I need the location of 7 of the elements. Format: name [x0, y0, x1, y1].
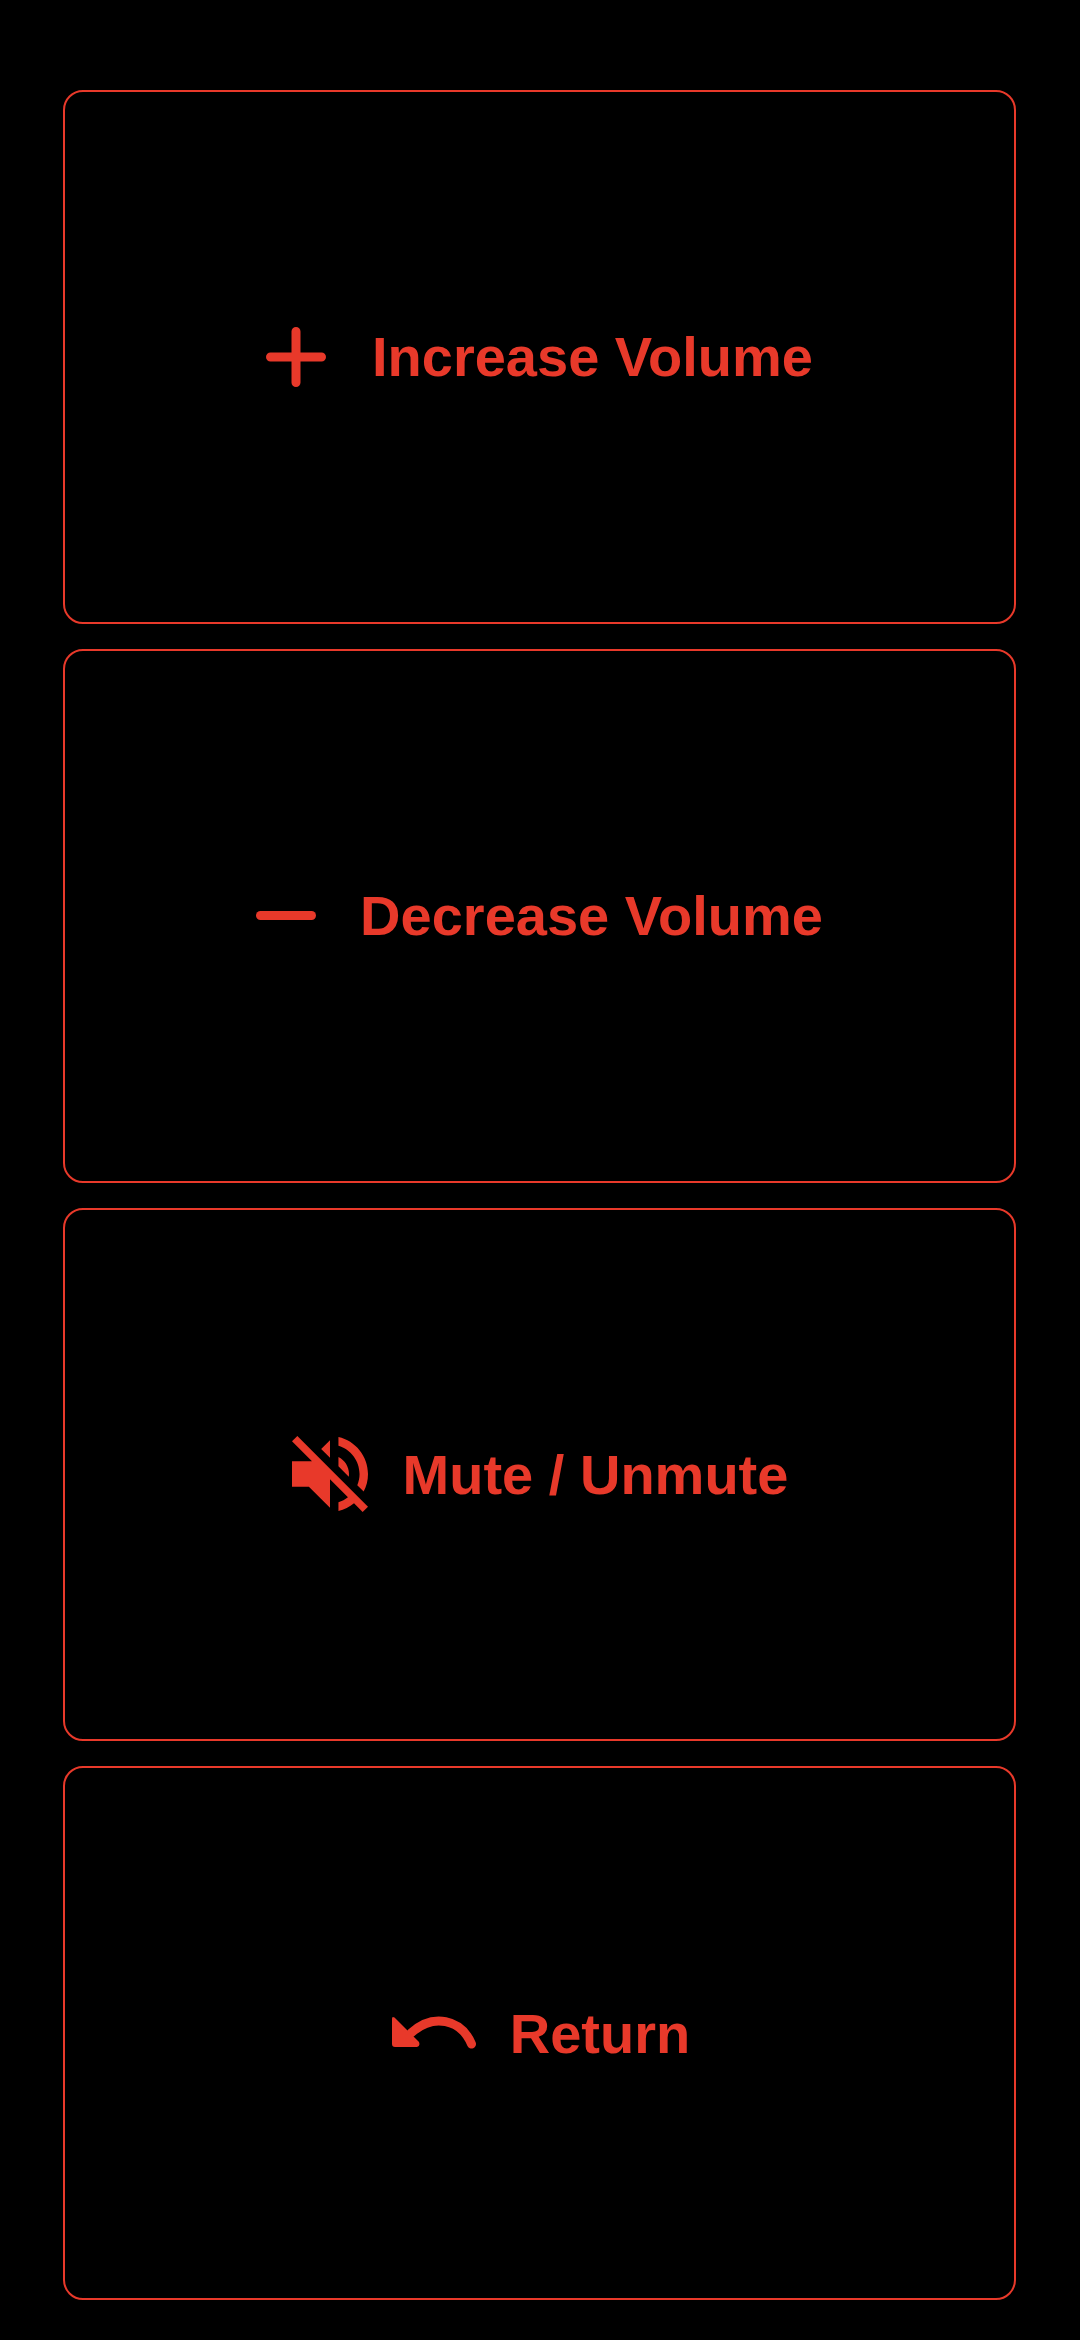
muted-speaker-icon — [290, 1436, 369, 1513]
increase-volume-button[interactable]: Increase Volume — [63, 90, 1016, 624]
return-button[interactable]: Return — [63, 1766, 1016, 2300]
minus-icon — [256, 911, 317, 921]
plus-icon — [266, 326, 326, 387]
mute-button[interactable]: Mute / Unmute — [63, 1207, 1016, 1742]
decrease-volume-button[interactable]: Decrease Volume — [63, 648, 1016, 1183]
